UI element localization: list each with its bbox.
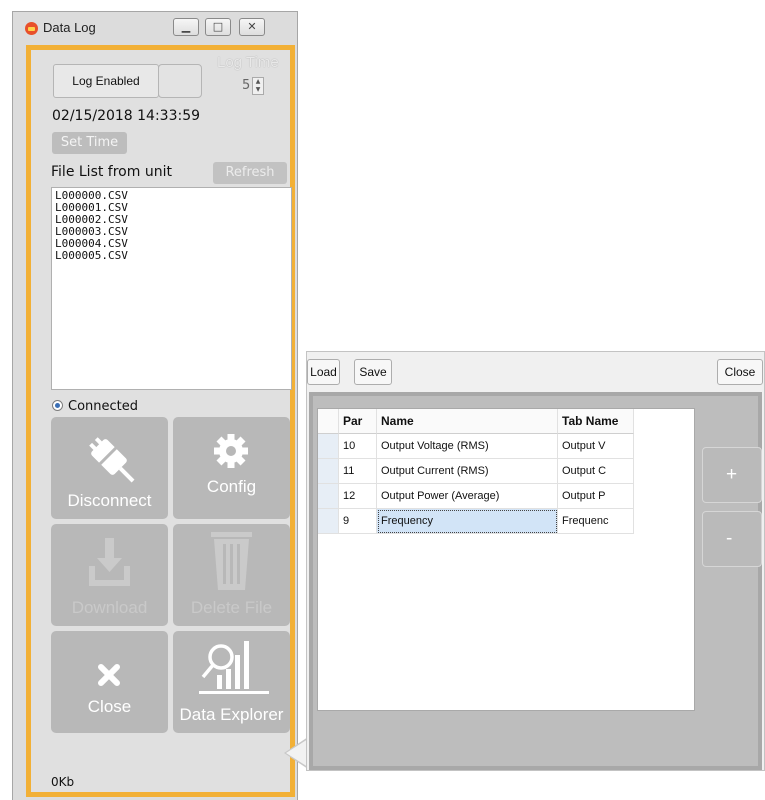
log-time-value[interactable]: 5	[242, 78, 250, 93]
disconnect-button[interactable]: Disconnect	[51, 417, 168, 519]
panel-pointer	[286, 739, 308, 767]
file-list-item[interactable]: L000005.CSV	[55, 250, 291, 262]
spin-up-icon[interactable]: ▲	[253, 78, 263, 86]
minimize-button[interactable]: ▁	[173, 18, 199, 36]
row-header[interactable]	[318, 484, 339, 509]
name-cell[interactable]: Output Current (RMS)	[377, 459, 558, 484]
table-row[interactable]: 12 Output Power (Average) Output P	[318, 484, 694, 509]
remove-parameter-button[interactable]: -	[702, 511, 762, 567]
name-cell[interactable]: Output Power (Average)	[377, 484, 558, 509]
maximize-icon: □	[212, 20, 224, 33]
save-button[interactable]: Save	[354, 359, 392, 385]
set-time-button[interactable]: Set Time	[52, 132, 127, 154]
data-log-window: Data Log ▁ □ ✕ Log Enabled Log Time 5 ▲ …	[12, 11, 298, 800]
tab-name-cell[interactable]: Output C	[558, 459, 634, 484]
minimize-icon: ▁	[181, 20, 191, 33]
close-icon: ✕	[247, 20, 257, 33]
data-explorer-button[interactable]: Data Explorer	[173, 631, 290, 733]
connected-radio[interactable]	[52, 400, 63, 411]
delete-file-label: Delete File	[190, 598, 273, 617]
table-row[interactable]: 11 Output Current (RMS) Output C	[318, 459, 694, 484]
close-label: Close	[87, 697, 132, 716]
parameter-table[interactable]: Par Name Tab Name 10 Output Voltage (RMS…	[317, 408, 695, 711]
name-cell[interactable]: Output Voltage (RMS)	[377, 434, 558, 459]
gear-icon	[214, 434, 248, 468]
file-list[interactable]: L000000.CSV L000001.CSV L000002.CSV L000…	[51, 187, 292, 390]
name-cell-selected[interactable]: Frequency	[377, 509, 558, 534]
data-explorer-label: Data Explorer	[179, 705, 284, 724]
tab-name-cell[interactable]: Output P	[558, 484, 634, 509]
par-cell[interactable]: 10	[339, 434, 377, 459]
par-cell[interactable]: 9	[339, 509, 377, 534]
title-bar[interactable]: Data Log ▁ □ ✕	[13, 12, 297, 44]
close-window-button[interactable]: ✕	[239, 18, 265, 36]
load-button[interactable]: Load	[307, 359, 340, 385]
refresh-button[interactable]: Refresh	[213, 162, 287, 184]
row-header-corner	[318, 409, 339, 434]
log-enabled-toggle[interactable]	[158, 64, 202, 98]
delete-file-button[interactable]: Delete File	[173, 524, 290, 626]
unit-datetime: 02/15/2018 14:33:59	[52, 108, 201, 124]
close-button[interactable]: Close	[51, 631, 168, 733]
tab-name-cell[interactable]: Output V	[558, 434, 634, 459]
column-header[interactable]: Par	[339, 409, 377, 434]
close-panel-button[interactable]: Close	[717, 359, 763, 385]
close-x-icon	[98, 664, 120, 686]
table-header: Par Name Tab Name	[318, 409, 694, 434]
status-bar: 0Kb	[51, 775, 75, 789]
log-time-label: Log Time	[217, 54, 279, 71]
column-header[interactable]: Name	[377, 409, 558, 434]
add-parameter-button[interactable]: +	[702, 447, 762, 503]
config-label: Config	[206, 477, 257, 496]
log-time-spinner[interactable]: ▲ ▼	[252, 77, 264, 95]
tab-name-cell[interactable]: Frequenc	[558, 509, 634, 534]
connection-status[interactable]: Connected	[52, 399, 138, 414]
par-cell[interactable]: 12	[339, 484, 377, 509]
row-header[interactable]	[318, 459, 339, 484]
download-button[interactable]: Download	[51, 524, 168, 626]
table-row[interactable]: 10 Output Voltage (RMS) Output V	[318, 434, 694, 459]
app-icon	[25, 22, 38, 35]
table-row[interactable]: 9 Frequency Frequenc	[318, 509, 694, 534]
row-header[interactable]	[318, 434, 339, 459]
download-label: Download	[71, 598, 148, 617]
file-list-label: File List from unit	[51, 164, 172, 180]
log-enabled-button[interactable]: Log Enabled	[53, 64, 159, 98]
row-header[interactable]	[318, 509, 339, 534]
connection-label: Connected	[68, 399, 139, 414]
parameter-grid-area: Par Name Tab Name 10 Output Voltage (RMS…	[309, 392, 762, 770]
par-cell[interactable]: 11	[339, 459, 377, 484]
config-button[interactable]: Config	[173, 417, 290, 519]
spin-down-icon[interactable]: ▼	[253, 86, 263, 94]
maximize-button[interactable]: □	[205, 18, 231, 36]
window-title: Data Log	[43, 20, 96, 35]
parameters-panel: Load Save Close Par Name Tab Name 10 Out…	[306, 351, 765, 771]
content-frame: Log Enabled Log Time 5 ▲ ▼ 02/15/2018 14…	[26, 45, 295, 797]
disconnect-label: Disconnect	[67, 491, 152, 510]
column-header[interactable]: Tab Name	[558, 409, 634, 434]
